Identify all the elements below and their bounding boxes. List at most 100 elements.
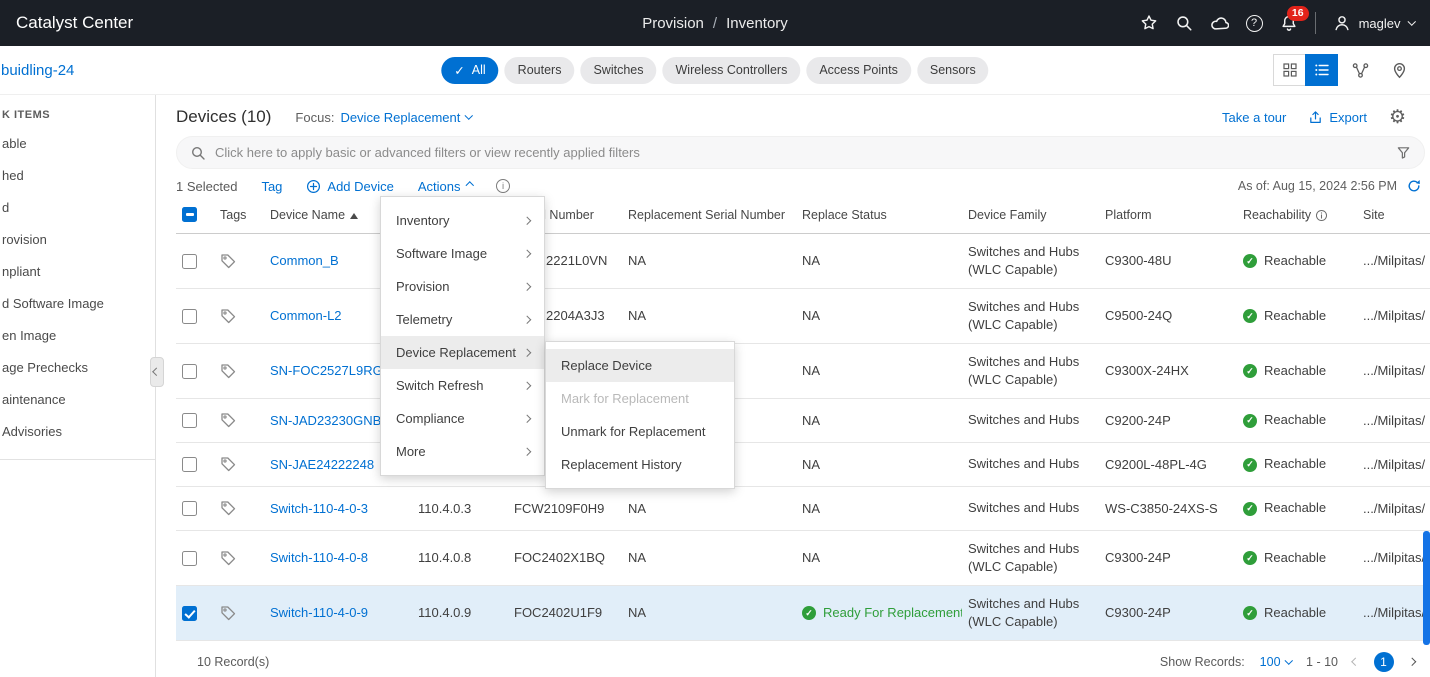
device-name-link[interactable]: SN-JAD23230GNB bbox=[270, 413, 381, 428]
current-page-button[interactable]: 1 bbox=[1374, 652, 1394, 672]
filter-funnel-icon[interactable] bbox=[1396, 145, 1411, 160]
site-selector[interactable]: buidling-24 bbox=[0, 62, 74, 79]
info-icon[interactable]: i bbox=[496, 179, 510, 193]
chip-all[interactable]: ✓ All bbox=[441, 57, 498, 84]
menu-item-provision[interactable]: Provision bbox=[381, 270, 544, 303]
submenu-item-replace-device[interactable]: Replace Device bbox=[546, 349, 734, 382]
reachability-cell: ✓Reachable bbox=[1237, 585, 1357, 640]
sidebar-item[interactable]: hed bbox=[2, 159, 155, 191]
row-checkbox[interactable] bbox=[182, 606, 197, 621]
col-replace-status[interactable]: Replace Status bbox=[796, 197, 962, 233]
vertical-scrollbar-thumb[interactable] bbox=[1423, 531, 1430, 645]
chip-switches[interactable]: Switches bbox=[580, 57, 656, 84]
reachable-status-icon: ✓ bbox=[1243, 309, 1257, 323]
col-reachability[interactable]: Reachability bbox=[1237, 197, 1357, 233]
sidebar-item[interactable]: aintenance bbox=[2, 383, 155, 415]
prev-page-button[interactable] bbox=[1352, 658, 1360, 666]
breadcrumb-separator: / bbox=[713, 15, 717, 32]
menu-item-more[interactable]: More bbox=[381, 435, 544, 468]
select-all-checkbox[interactable] bbox=[182, 207, 197, 222]
device-name-link[interactable]: Switch-110-4-0-9 bbox=[270, 605, 368, 620]
map-view-toggle[interactable] bbox=[1383, 54, 1416, 86]
row-checkbox[interactable] bbox=[182, 551, 197, 566]
cloud-icon[interactable] bbox=[1210, 14, 1229, 33]
user-menu[interactable]: maglev bbox=[1333, 14, 1414, 32]
list-view-toggle[interactable] bbox=[1305, 54, 1338, 86]
row-checkbox[interactable] bbox=[182, 364, 197, 379]
menu-item-compliance[interactable]: Compliance bbox=[381, 402, 544, 435]
device-name-link[interactable]: SN-FOC2527L9RG bbox=[270, 363, 383, 378]
device-name-link[interactable]: Common-L2 bbox=[270, 308, 342, 323]
chevron-right-icon bbox=[522, 448, 530, 456]
menu-item-inventory[interactable]: Inventory bbox=[381, 204, 544, 237]
next-page-button[interactable] bbox=[1407, 658, 1415, 666]
focus-dropdown[interactable]: Device Replacement bbox=[340, 110, 460, 125]
col-tags[interactable]: Tags bbox=[214, 197, 264, 233]
settings-gear-icon[interactable]: ⚙ bbox=[1389, 108, 1406, 127]
device-name-link[interactable]: Switch-110-4-0-3 bbox=[270, 501, 368, 516]
replacement-serial-cell: NA bbox=[622, 585, 796, 640]
show-records-select[interactable]: 100 bbox=[1260, 655, 1291, 669]
device-family-cell: Switches and Hubs bbox=[962, 398, 1099, 442]
chevron-right-icon bbox=[522, 349, 530, 357]
sidebar-item[interactable]: age Prechecks bbox=[2, 351, 155, 383]
sidebar-header: K ITEMS bbox=[2, 109, 155, 121]
devices-table: Tags Device Name IP Address Serial Numbe… bbox=[176, 197, 1430, 641]
refresh-icon[interactable] bbox=[1406, 178, 1422, 194]
submenu-item-mark-for-replacement: Mark for Replacement bbox=[546, 382, 734, 415]
sidebar-item[interactable]: en Image bbox=[2, 319, 155, 351]
topology-view-toggle[interactable] bbox=[1344, 54, 1377, 86]
sidebar-item[interactable]: npliant bbox=[2, 255, 155, 287]
submenu-item-replacement-history[interactable]: Replacement History bbox=[546, 448, 734, 481]
menu-item-device-replacement[interactable]: Device Replacement bbox=[381, 336, 544, 369]
reachability-cell: ✓Reachable bbox=[1237, 530, 1357, 585]
add-device-button[interactable]: Add Device bbox=[306, 179, 393, 194]
col-device-family[interactable]: Device Family bbox=[962, 197, 1099, 233]
chip-access-points[interactable]: Access Points bbox=[806, 57, 911, 84]
row-checkbox[interactable] bbox=[182, 254, 197, 269]
device-name-link[interactable]: Switch-110-4-0-8 bbox=[270, 550, 368, 565]
breadcrumb-section[interactable]: Provision bbox=[642, 15, 704, 32]
export-button[interactable]: Export bbox=[1308, 110, 1367, 125]
reachable-status-icon: ✓ bbox=[1243, 606, 1257, 620]
col-platform[interactable]: Platform bbox=[1099, 197, 1237, 233]
sidebar-collapse-handle[interactable] bbox=[150, 357, 164, 387]
submenu-item-unmark-for-replacement[interactable]: Unmark for Replacement bbox=[546, 415, 734, 448]
table-row: Switch-110-4-0-8 110.4.0.8 FOC2402X1BQ N… bbox=[176, 530, 1430, 585]
sidebar-item[interactable]: able bbox=[2, 127, 155, 159]
chevron-down-icon bbox=[1407, 18, 1415, 26]
chip-routers[interactable]: Routers bbox=[505, 57, 575, 84]
menu-item-switch-refresh[interactable]: Switch Refresh bbox=[381, 369, 544, 402]
search-input[interactable] bbox=[215, 145, 1387, 160]
favorites-star-icon[interactable] bbox=[1140, 14, 1158, 32]
row-checkbox[interactable] bbox=[182, 413, 197, 428]
row-checkbox[interactable] bbox=[182, 501, 197, 516]
col-site[interactable]: Site bbox=[1357, 197, 1430, 233]
grid-view-toggle[interactable] bbox=[1273, 54, 1306, 86]
sidebar-item[interactable]: d bbox=[2, 191, 155, 223]
reachability-cell: ✓Reachable bbox=[1237, 233, 1357, 288]
sort-asc-icon bbox=[350, 213, 358, 219]
device-name-link[interactable]: SN-JAE24222248 bbox=[270, 457, 374, 472]
row-checkbox[interactable] bbox=[182, 457, 197, 472]
device-name-link[interactable]: Common_B bbox=[270, 253, 339, 268]
menu-item-telemetry[interactable]: Telemetry bbox=[381, 303, 544, 336]
chip-sensors[interactable]: Sensors bbox=[917, 57, 989, 84]
sidebar-item[interactable]: Advisories bbox=[2, 415, 155, 447]
take-a-tour-link[interactable]: Take a tour bbox=[1222, 110, 1286, 125]
row-checkbox[interactable] bbox=[182, 309, 197, 324]
reachable-status-icon: ✓ bbox=[1243, 551, 1257, 565]
filter-search-bar[interactable] bbox=[176, 136, 1425, 169]
sidebar-item[interactable]: rovision bbox=[2, 223, 155, 255]
chip-wireless-controllers[interactable]: Wireless Controllers bbox=[662, 57, 800, 84]
notifications-bell-icon[interactable]: 16 bbox=[1280, 14, 1298, 32]
col-replacement-serial[interactable]: Replacement Serial Number bbox=[622, 197, 796, 233]
sidebar-item[interactable]: d Software Image bbox=[2, 287, 155, 319]
menu-item-software-image[interactable]: Software Image bbox=[381, 237, 544, 270]
help-icon[interactable]: ? bbox=[1246, 15, 1263, 32]
search-icon[interactable] bbox=[1175, 14, 1193, 32]
actions-dropdown-button[interactable]: Actions bbox=[418, 179, 472, 194]
tag-button[interactable]: Tag bbox=[261, 179, 282, 194]
serial-cell: FOC2402X1BQ bbox=[508, 530, 622, 585]
reachability-cell: ✓Reachable bbox=[1237, 288, 1357, 343]
